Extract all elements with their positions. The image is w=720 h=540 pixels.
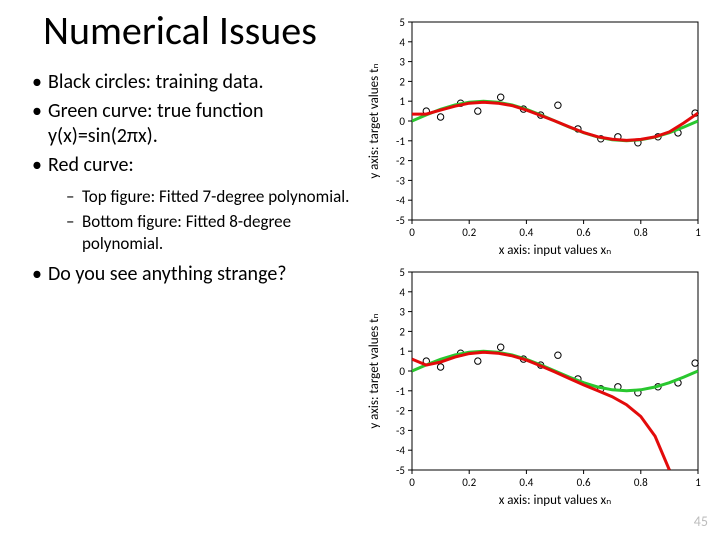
x-tick-label: 0.4 [519,476,533,489]
x-tick-label: 0.2 [462,226,476,239]
y-tick-label: -2 [396,155,405,168]
x-tick-label: 0.8 [634,226,648,239]
y-tick-label: 4 [399,36,405,49]
y-tick-label: 2 [399,325,405,338]
page-number: 45 [694,513,708,530]
y-tick-label: -1 [396,385,405,398]
y-tick-label: 0 [399,365,405,378]
data-point [555,352,561,358]
y-axis-label: y axis: target values tₙ [367,313,382,428]
x-tick-label: 0.6 [577,476,591,489]
sub-bullet-list: Top figure: Fitted 7-degree polynomial. … [66,186,350,254]
y-tick-label: 5 [399,16,405,29]
y-tick-label: -3 [396,174,405,187]
fitted-poly-degree-8 [412,352,669,470]
y-tick-label: -5 [396,464,405,477]
y-tick-label: -4 [396,444,405,457]
y-axis-label: y axis: target values tₙ [367,63,382,178]
x-tick-label: 1 [695,226,701,239]
y-tick-label: -5 [396,214,405,227]
data-point [475,108,481,114]
chart-top: 0 0.2 0.4 0.6 0.8 1 -5 -4 -3 -2 -1 0 1 2 3 4 5 x axis: in… [362,10,710,260]
x-axis-label: x axis: input values xₙ [499,243,612,258]
y-tick-label: 3 [399,306,405,319]
data-point [555,102,561,108]
bullet-item: Black circles: training data. [32,70,350,95]
sub-bullet-item: Top figure: Fitted 7-degree polynomial. [66,186,350,207]
slide-title: Numerical Issues [20,10,340,52]
x-axis-label: x axis: input values xₙ [499,493,612,508]
y-tick-label: 0 [399,115,405,128]
x-tick-label: 0.2 [462,476,476,489]
y-tick-label: -4 [396,194,405,207]
y-tick-label: 5 [399,266,405,279]
x-tick-label: 0 [409,226,415,239]
data-point [437,364,443,370]
chart-bottom: 0 0.2 0.4 0.6 0.8 1 -5 -4 -3 -2 -1 0 1 2 3 4 5 x axis: in… [362,260,710,510]
data-point [692,360,698,366]
y-tick-label: -1 [396,135,405,148]
y-tick-label: -2 [396,405,405,418]
bullet-text: Red curve: [48,153,134,177]
data-point [475,358,481,364]
sub-bullet-item: Bottom figure: Fitted 8-degree polynomia… [66,211,350,254]
bullet-item: Green curve: true function y(x)=sin(2πx)… [32,99,350,149]
x-tick-label: 0.8 [634,476,648,489]
y-tick-label: 2 [399,75,405,88]
x-tick-label: 0.6 [577,226,591,239]
bullet-list: Black circles: training data. Green curv… [32,70,350,287]
y-tick-label: 4 [399,286,405,299]
right-column: 0 0.2 0.4 0.6 0.8 1 -5 -4 -3 -2 -1 0 1 2 3 4 5 x axis: in… [362,10,710,520]
y-tick-label: 1 [399,95,405,108]
data-point [498,94,504,100]
bullet-item: Red curve: Top figure: Fitted 7-degree p… [32,153,350,254]
bullet-item: Do you see anything strange? [32,262,350,287]
data-point [498,344,504,350]
x-tick-label: 0 [409,476,415,489]
y-tick-label: 1 [399,345,405,358]
x-tick-label: 0.4 [519,226,533,239]
x-tick-label: 1 [695,476,701,489]
data-point [437,114,443,120]
slide: Numerical Issues Black circles: training… [0,0,720,540]
y-tick-label: -3 [396,424,405,437]
y-tick-label: 3 [399,56,405,69]
left-column: Numerical Issues Black circles: training… [0,0,360,540]
